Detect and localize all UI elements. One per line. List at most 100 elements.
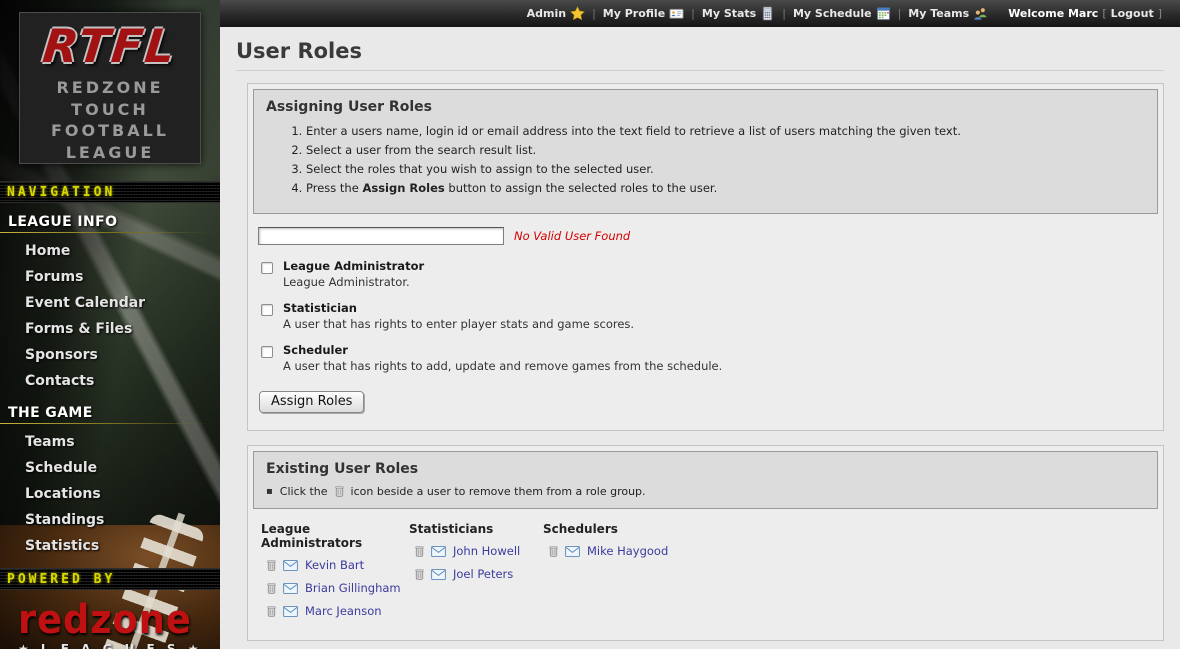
assigning-step: Enter a users name, login id or email ad…: [306, 124, 1145, 138]
remove-user-bin-icon[interactable]: [265, 605, 278, 618]
role-text: League Administrator League Administrato…: [283, 259, 424, 290]
role-description: League Administrator.: [283, 275, 424, 291]
email-user-icon[interactable]: [565, 546, 580, 557]
user-row: Mike Haygood: [547, 544, 668, 558]
sidebar-item-forms-files[interactable]: Forms & Files: [0, 316, 220, 342]
user-row: Kevin Bart: [265, 558, 409, 572]
remove-user-bin-icon[interactable]: [265, 582, 278, 595]
topbar-item-my-profile[interactable]: My Profile: [603, 6, 684, 21]
powered-by-ticker: POWERED BY: [0, 568, 220, 590]
scheduler-checkbox[interactable]: [261, 346, 273, 358]
sidebar-item-schedule[interactable]: Schedule: [0, 455, 220, 481]
user-link[interactable]: Marc Jeanson: [305, 604, 382, 618]
user-row: John Howell: [413, 544, 543, 558]
sidebar-nav: LEAGUE INFO Home Forums Event Calendar F…: [0, 203, 220, 559]
topbar-separator: |: [782, 7, 786, 20]
role-description: A user that has rights to enter player s…: [283, 317, 634, 333]
statistician-checkbox[interactable]: [261, 304, 273, 316]
remove-user-bin-icon[interactable]: [547, 545, 560, 558]
existing-panel: Existing User Roles Click the icon besid…: [247, 445, 1164, 641]
sidebar-item-teams[interactable]: Teams: [0, 429, 220, 455]
calculator-icon: [760, 6, 775, 21]
topbar-separator: |: [592, 7, 596, 20]
user-row: Marc Jeanson: [265, 604, 409, 618]
assigning-instructions-box: Assigning User Roles Enter a users name,…: [253, 89, 1158, 214]
email-user-icon[interactable]: [283, 560, 298, 571]
role-label: Scheduler: [283, 343, 722, 359]
redzone-leagues-logo[interactable]: redzone ★ L E A G U E S ★: [0, 590, 220, 649]
logo-line: LEAGUE: [20, 142, 200, 164]
group-statisticians: Statisticians John Howell Joel Peters: [409, 522, 543, 627]
role-row-statistician: Statistician A user that has rights to e…: [258, 301, 1158, 332]
logo-line: TOUCH: [20, 99, 200, 121]
topbar-item-my-schedule[interactable]: My Schedule: [793, 6, 891, 21]
step-bold: Assign Roles: [362, 181, 444, 195]
user-search-row: No Valid User Found: [258, 227, 1158, 245]
league-logo[interactable]: RTFL REDZONE TOUCH FOOTBALL LEAGUE: [19, 12, 201, 164]
topbar-label: My Teams: [908, 7, 969, 20]
role-text: Statistician A user that has rights to e…: [283, 301, 634, 332]
role-row-league-administrator: League Administrator League Administrato…: [258, 259, 1158, 290]
user-link[interactable]: John Howell: [453, 544, 520, 558]
step-text: button to assign the selected roles to t…: [445, 181, 717, 195]
email-user-icon[interactable]: [283, 606, 298, 617]
bin-icon: [333, 485, 346, 498]
page-title: User Roles: [236, 39, 1180, 63]
existing-roles-box: Existing User Roles Click the icon besid…: [253, 451, 1158, 509]
group-league-administrators: League Administrators Kevin Bart Brian G…: [261, 522, 409, 627]
sidebar-item-statistics[interactable]: Statistics: [0, 533, 220, 559]
welcome-text: Welcome Marc: [1008, 7, 1098, 20]
group-title: Schedulers: [543, 522, 668, 536]
user-row: Joel Peters: [413, 567, 543, 581]
sidebar-item-sponsors[interactable]: Sponsors: [0, 342, 220, 368]
email-user-icon[interactable]: [431, 569, 446, 580]
sidebar-item-event-calendar[interactable]: Event Calendar: [0, 290, 220, 316]
nav-section-league-info: LEAGUE INFO: [0, 203, 220, 232]
topbar-item-my-teams[interactable]: My Teams: [908, 6, 988, 21]
nav-underline: [0, 232, 210, 233]
sidebar-item-home[interactable]: Home: [0, 238, 220, 264]
remove-hint: Click the icon beside a user to remove t…: [266, 485, 1145, 498]
topbar-separator: |: [898, 7, 902, 20]
main-area: Admin | My Profile | My Stats | My Sched…: [220, 0, 1180, 649]
topbar-label: My Schedule: [793, 7, 872, 20]
role-label: Statistician: [283, 301, 634, 317]
no-valid-user-message: No Valid User Found: [514, 229, 630, 243]
star-icon: [570, 6, 585, 21]
hint-text: Click the: [280, 485, 328, 498]
user-link[interactable]: Kevin Bart: [305, 558, 364, 572]
email-user-icon[interactable]: [283, 583, 298, 594]
user-link[interactable]: Mike Haygood: [587, 544, 668, 558]
user-search-input[interactable]: [258, 227, 504, 245]
step-text: Press the: [306, 181, 362, 195]
topbar-item-my-stats[interactable]: My Stats: [702, 6, 775, 21]
redzone-sub: ★ L E A G U E S ★: [18, 642, 220, 649]
sidebar-item-locations[interactable]: Locations: [0, 481, 220, 507]
sidebar: RTFL REDZONE TOUCH FOOTBALL LEAGUE NAVIG…: [0, 0, 220, 649]
role-row-scheduler: Scheduler A user that has rights to add,…: [258, 343, 1158, 374]
logout-bracket: ]: [1158, 7, 1162, 20]
redzone-brand: redzone: [18, 600, 204, 640]
email-user-icon[interactable]: [431, 546, 446, 557]
sidebar-item-standings[interactable]: Standings: [0, 507, 220, 533]
logout-link[interactable]: Logout: [1111, 7, 1154, 20]
topbar-item-admin[interactable]: Admin: [527, 6, 585, 21]
navigation-ticker: NAVIGATION: [0, 181, 220, 203]
user-link[interactable]: Joel Peters: [453, 567, 513, 581]
remove-user-bin-icon[interactable]: [413, 545, 426, 558]
sidebar-item-forums[interactable]: Forums: [0, 264, 220, 290]
logo-abbr: RTFL: [41, 23, 179, 69]
remove-user-bin-icon[interactable]: [265, 559, 278, 572]
league-administrator-checkbox[interactable]: [261, 262, 273, 274]
remove-user-bin-icon[interactable]: [413, 568, 426, 581]
nav-underline: [0, 423, 210, 424]
hint-text: icon beside a user to remove them from a…: [351, 485, 646, 498]
assigning-step: Press the Assign Roles button to assign …: [306, 181, 1145, 195]
group-title: Statisticians: [409, 522, 543, 536]
assign-roles-button[interactable]: Assign Roles: [259, 391, 364, 413]
topbar-separator: |: [691, 7, 695, 20]
assigning-step: Select a user from the search result lis…: [306, 143, 1145, 157]
title-divider: [236, 70, 1164, 71]
sidebar-item-contacts[interactable]: Contacts: [0, 368, 220, 394]
user-link[interactable]: Brian Gillingham: [305, 581, 401, 595]
